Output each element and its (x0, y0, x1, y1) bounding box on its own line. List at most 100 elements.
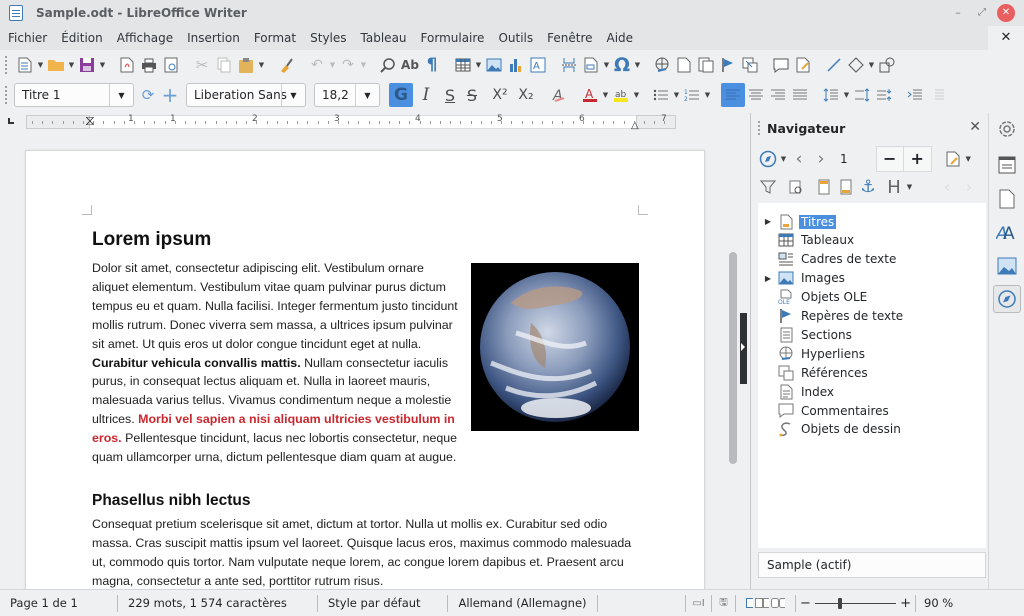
sidebar-navigator-icon[interactable] (993, 285, 1021, 313)
navigate-by-dropdown-arrow[interactable]: ▼ (779, 155, 788, 163)
ordered-list-icon[interactable]: 12 (681, 84, 703, 106)
toolbar-grip[interactable] (4, 85, 8, 105)
increase-paragraph-spacing-icon[interactable] (851, 84, 873, 106)
navigator-item-table[interactable]: Tableaux (758, 231, 978, 250)
undo-icon[interactable]: ↶ (306, 54, 328, 76)
special-character-icon[interactable]: Ω (611, 54, 633, 76)
clear-formatting-icon[interactable]: A (548, 84, 570, 106)
paste-icon[interactable] (235, 54, 257, 76)
save-icon[interactable] (76, 54, 98, 76)
insert-footnote-icon[interactable] (673, 54, 695, 76)
navigator-item-section[interactable]: Sections (758, 325, 978, 344)
minimize-button[interactable]: – (949, 4, 967, 22)
sidebar-page-icon[interactable] (993, 185, 1021, 213)
copy-icon[interactable] (213, 54, 235, 76)
expand-arrow-icon[interactable]: ▶ (758, 217, 778, 226)
panel-grip[interactable] (757, 120, 761, 136)
font-color-icon[interactable]: A (579, 84, 601, 106)
promote-chapter-icon[interactable]: ‹ (936, 176, 958, 198)
tab-type-selector[interactable] (8, 118, 14, 124)
subscript-button[interactable]: X₂ (513, 84, 539, 106)
navigator-item-ole-object[interactable]: OLE Objets OLE (758, 288, 978, 307)
next-icon[interactable]: › (810, 148, 832, 170)
insert-endnote-icon[interactable] (695, 54, 717, 76)
page-number-field[interactable]: 1 (840, 152, 848, 166)
update-style-icon[interactable]: ⟳ (137, 84, 159, 106)
navigate-by-icon[interactable] (757, 148, 779, 170)
decrease-indent-icon[interactable] (926, 84, 948, 106)
paragraph-2[interactable]: Consequat pretium scelerisque sit amet, … (92, 515, 637, 589)
insert-hyperlink-icon[interactable] (651, 54, 673, 76)
chevron-down-icon[interactable]: ▼ (281, 84, 305, 106)
menu-insertion[interactable]: Insertion (180, 31, 247, 45)
paragraph-style-combo[interactable]: Titre 1 ▼ (14, 83, 134, 107)
redo-icon[interactable]: ↷ (337, 54, 359, 76)
line-spacing-dropdown-arrow[interactable]: ▼ (842, 91, 851, 99)
clone-formatting-icon[interactable] (275, 54, 297, 76)
document-canvas[interactable]: Lorem ipsum Dolor sit amet, consectetur … (0, 134, 745, 589)
menu-outils[interactable]: Outils (491, 31, 540, 45)
header-icon[interactable] (813, 176, 835, 198)
insert-line-icon[interactable] (823, 54, 845, 76)
insert-cross-reference-icon[interactable] (739, 54, 761, 76)
close-navigator-button[interactable]: ✕ (969, 119, 981, 135)
zoom-slider[interactable]: − + (796, 594, 916, 612)
multi-page-view-icon[interactable] (755, 598, 769, 608)
page-plus-button[interactable]: + (904, 147, 931, 171)
heading-lorem-ipsum[interactable]: Lorem ipsum (92, 229, 211, 251)
insert-textbox-icon[interactable]: A (527, 54, 549, 76)
insert-mode-icon[interactable]: ▭I (686, 594, 712, 612)
paragraph-1[interactable]: Dolor sit amet, consectetur adipiscing e… (92, 259, 462, 467)
navigator-item-comment[interactable]: Commentaires (758, 401, 978, 420)
navigator-item-drawing-object[interactable]: Objets de dessin (758, 420, 978, 439)
menu-fenetre[interactable]: Fenêtre (540, 31, 599, 45)
navigator-item-reference[interactable]: Références (758, 363, 978, 382)
menu-edition[interactable]: Édition (54, 31, 110, 45)
redo-dropdown-arrow[interactable]: ▼ (359, 61, 368, 69)
print-preview-icon[interactable] (160, 54, 182, 76)
sidebar-properties-icon[interactable] (993, 151, 1021, 179)
formatting-marks-icon[interactable]: ¶ (421, 54, 443, 76)
new-document-icon[interactable] (14, 54, 36, 76)
zoom-slider-thumb[interactable] (838, 597, 843, 609)
navigator-item-hyperlink[interactable]: Hyperliens (758, 344, 978, 363)
font-name-combo[interactable]: Liberation Sans ▼ (186, 83, 306, 107)
insert-table-icon[interactable] (452, 54, 474, 76)
close-window-button[interactable]: ✕ (997, 4, 1015, 22)
maximize-button[interactable]: ⤢ (973, 4, 991, 22)
drag-mode-dropdown-arrow[interactable]: ▼ (964, 155, 973, 163)
ordered-list-dropdown-arrow[interactable]: ▼ (703, 91, 712, 99)
footer-icon[interactable] (835, 176, 857, 198)
menu-affichage[interactable]: Affichage (110, 31, 180, 45)
language-status[interactable]: Allemand (Allemagne) (448, 594, 598, 612)
draw-functions-icon[interactable] (876, 54, 898, 76)
zoom-percentage[interactable]: 90 % (916, 595, 963, 612)
navigator-item-image[interactable]: ▶ Images (758, 269, 978, 288)
menu-fichier[interactable]: Fichier (0, 31, 54, 45)
menu-tableau[interactable]: Tableau (354, 31, 414, 45)
word-count-status[interactable]: 229 mots, 1 574 caractères (118, 594, 318, 612)
horizontal-ruler[interactable]: ⧖ △ 1 1 2 3 4 5 6 7 (0, 110, 745, 134)
vertical-scrollbar[interactable] (729, 252, 737, 464)
sidebar-styles-icon[interactable]: AA (993, 218, 1021, 246)
menu-format[interactable]: Format (247, 31, 303, 45)
spelling-icon[interactable]: Ab (399, 54, 421, 76)
export-pdf-icon[interactable] (116, 54, 138, 76)
navigator-item-bookmark[interactable]: Repères de texte (758, 307, 978, 326)
zoom-in-button[interactable]: + (900, 596, 911, 611)
unordered-list-dropdown-arrow[interactable]: ▼ (672, 91, 681, 99)
sidebar-collapse-handle[interactable] (740, 313, 747, 384)
filter-icon[interactable] (757, 176, 779, 198)
italic-button[interactable]: I (415, 84, 437, 106)
font-size-combo[interactable]: 18,2 ▼ (314, 83, 380, 107)
insert-chart-icon[interactable] (505, 54, 527, 76)
highlight-color-icon[interactable]: ab (610, 84, 632, 106)
highlight-dropdown-arrow[interactable]: ▼ (632, 91, 641, 99)
insert-field-dropdown-arrow[interactable]: ▼ (602, 61, 611, 69)
sidebar-gallery-icon[interactable] (993, 252, 1021, 280)
unordered-list-icon[interactable] (650, 84, 672, 106)
insert-page-break-icon[interactable] (558, 54, 580, 76)
heading-phasellus[interactable]: Phasellus nibh lectus (92, 492, 251, 510)
cut-icon[interactable]: ✂ (191, 54, 213, 76)
chevron-down-icon[interactable]: ▼ (355, 84, 379, 106)
